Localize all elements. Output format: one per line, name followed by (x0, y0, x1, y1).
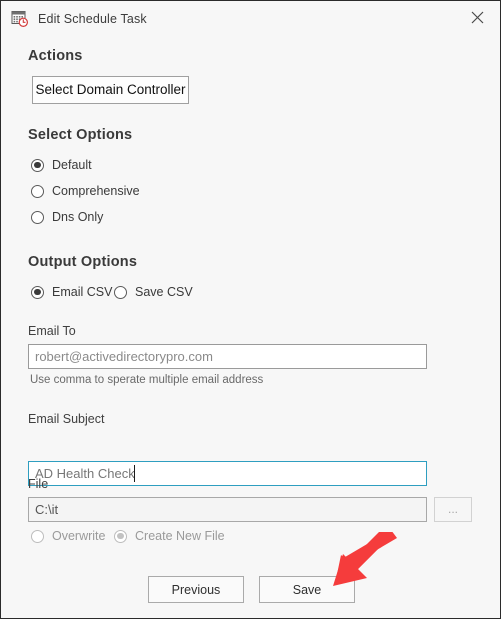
radio-overwrite-label: Overwrite (52, 529, 106, 543)
schedule-task-icon (11, 11, 29, 28)
radio-email-csv-label: Email CSV (52, 285, 113, 299)
browse-file-button[interactable]: ... (434, 497, 472, 522)
edit-schedule-task-dialog: Edit Schedule Task Actions Select Domain… (0, 0, 501, 619)
radio-save-csv[interactable]: Save CSV (114, 285, 193, 299)
email-to-label: Email To (28, 324, 76, 338)
save-button[interactable]: Save (259, 576, 355, 603)
radio-indicator (114, 285, 127, 299)
radio-indicator (114, 529, 127, 543)
title-bar: Edit Schedule Task (1, 1, 500, 37)
close-button[interactable] (454, 1, 500, 34)
actions-heading: Actions (28, 48, 83, 64)
select-options-heading: Select Options (28, 127, 133, 143)
radio-comprehensive[interactable]: Comprehensive (31, 184, 140, 198)
radio-dns-only-label: Dns Only (52, 210, 104, 224)
radio-indicator (31, 285, 44, 299)
radio-create-new-file: Create New File (114, 529, 225, 543)
radio-comprehensive-label: Comprehensive (52, 184, 140, 198)
radio-dns-only[interactable]: Dns Only (31, 210, 103, 224)
window-title: Edit Schedule Task (38, 12, 147, 26)
radio-overwrite: Overwrite (31, 529, 105, 543)
radio-indicator (31, 184, 44, 198)
radio-email-csv[interactable]: Email CSV (31, 285, 112, 299)
radio-create-new-file-label: Create New File (135, 529, 225, 543)
email-subject-field-wrapper (28, 461, 427, 486)
dialog-body: Actions Select Domain Controller Select … (1, 37, 500, 618)
file-path-input[interactable] (28, 497, 427, 522)
previous-button[interactable]: Previous (148, 576, 244, 603)
email-to-input[interactable] (28, 344, 427, 369)
email-to-hint: Use comma to sperate multiple email addr… (30, 374, 264, 386)
file-label: File (28, 477, 49, 491)
radio-indicator (31, 210, 44, 224)
radio-default-label: Default (52, 158, 92, 172)
output-options-heading: Output Options (28, 254, 138, 270)
radio-indicator (31, 529, 44, 543)
radio-default[interactable]: Default (31, 158, 92, 172)
email-subject-input[interactable] (28, 461, 427, 486)
email-subject-label: Email Subject (28, 412, 105, 426)
select-domain-controller-button[interactable]: Select Domain Controller (32, 76, 189, 104)
radio-indicator (31, 158, 44, 172)
text-caret (134, 465, 135, 482)
close-icon (471, 11, 483, 24)
radio-save-csv-label: Save CSV (135, 285, 193, 299)
